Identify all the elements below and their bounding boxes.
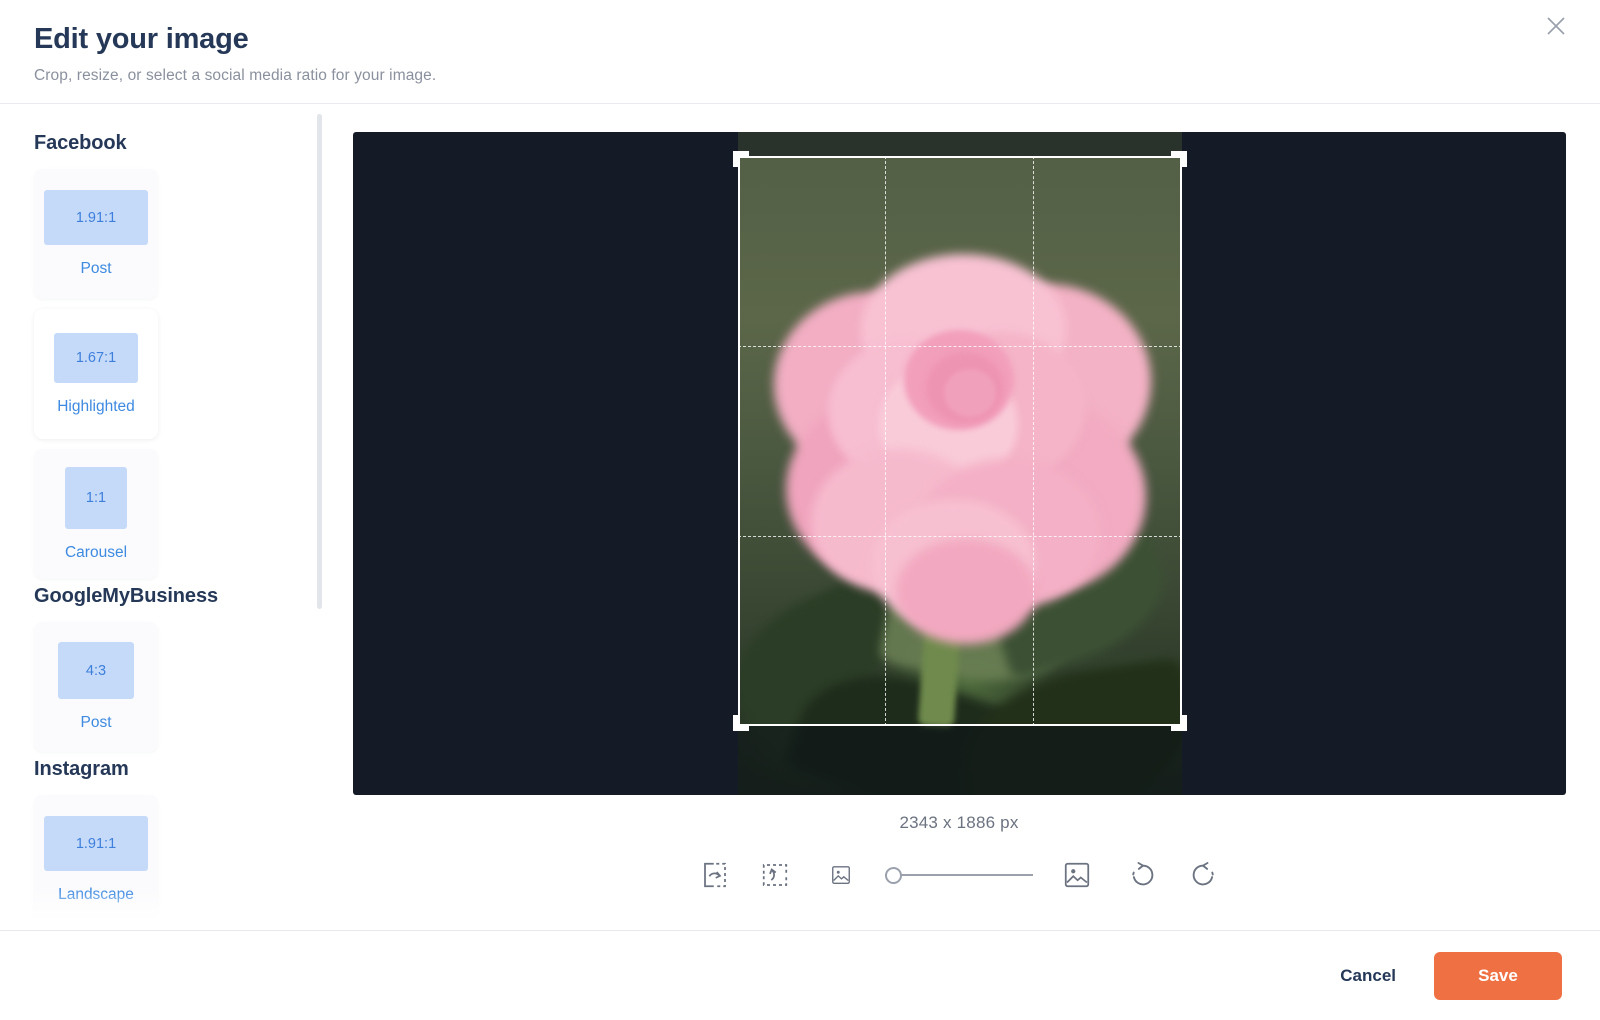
crop-region[interactable] bbox=[732, 151, 1187, 731]
flip-vertical-icon[interactable] bbox=[745, 853, 805, 897]
ratio-card-landscape[interactable]: 1.91:1 Landscape bbox=[34, 795, 158, 925]
ratio-card-carousel[interactable]: 1:1 Carousel bbox=[34, 449, 158, 579]
page-subtitle: Crop, resize, or select a social media r… bbox=[34, 66, 437, 84]
crop-handle-bottom-right[interactable] bbox=[1170, 715, 1187, 731]
page-title: Edit your image bbox=[34, 23, 249, 55]
ratio-swatch: 1.91:1 bbox=[44, 190, 148, 245]
image-dimensions: 2343 x 1886 px bbox=[899, 813, 1019, 832]
ratio-card-label: Post bbox=[80, 260, 112, 277]
image-small-icon[interactable] bbox=[811, 853, 871, 897]
ratio-swatch: 1.91:1 bbox=[44, 816, 148, 871]
crop-gridline-vertical-1 bbox=[885, 156, 887, 726]
ratio-swatch: 1:1 bbox=[65, 466, 127, 529]
zoom-slider[interactable] bbox=[885, 866, 1033, 884]
ratio-card-row: 4:3 Post bbox=[34, 622, 290, 752]
ratio-card-label: Post bbox=[80, 714, 112, 731]
ratio-group: Instagram1.91:1Landscape4:5Portrait bbox=[34, 758, 290, 930]
image-large-icon[interactable] bbox=[1047, 853, 1107, 897]
sidebar-scrollbar[interactable] bbox=[317, 112, 322, 922]
image-canvas[interactable] bbox=[352, 132, 1566, 795]
ratio-group-title: Facebook bbox=[34, 132, 127, 154]
crop-handle-top-left[interactable] bbox=[732, 151, 749, 167]
rotate-right-icon[interactable] bbox=[1173, 853, 1233, 897]
crop-gridline-vertical-2 bbox=[1033, 156, 1035, 726]
ratio-sidebar[interactable]: Facebook 1.91:1 Post 1.67:1 Highlighted 1:1 Ca… bbox=[0, 104, 330, 930]
ratio-group-list: Facebook 1.91:1 Post 1.67:1 Highlighted 1:1 Ca… bbox=[34, 132, 330, 930]
ratio-card-post[interactable]: 1.91:1 Post bbox=[34, 169, 158, 299]
ratio-group-title: GoogleMyBusiness bbox=[34, 585, 218, 607]
zoom-control[interactable] bbox=[811, 853, 1107, 897]
ratio-group-title: Instagram bbox=[34, 758, 129, 780]
cancel-button[interactable]: Cancel bbox=[1312, 952, 1424, 1000]
crop-gridline-horizontal-1 bbox=[737, 345, 1182, 347]
crop-handle-top-right[interactable] bbox=[1170, 151, 1187, 167]
ratio-card-post[interactable]: 4:3 Post bbox=[34, 622, 158, 752]
crop-gridline-horizontal-2 bbox=[737, 535, 1182, 537]
ratio-group: Facebook 1.91:1 Post 1.67:1 Highlighted 1:1 Ca… bbox=[34, 132, 290, 579]
modal-body: Facebook 1.91:1 Post 1.67:1 Highlighted 1:1 Ca… bbox=[0, 104, 1600, 930]
ratio-card-label: Highlighted bbox=[57, 397, 135, 415]
image-preview-panel: 2343 x 1886 px bbox=[330, 104, 1600, 930]
edit-image-modal: Edit your image Crop, resize, or select … bbox=[0, 0, 1600, 1020]
crop-border bbox=[737, 156, 1182, 726]
ratio-card-label: Landscape bbox=[58, 886, 134, 903]
ratio-card-row: 1.91:1 Post 1.67:1 Highlighted 1:1 Carousel bbox=[34, 169, 290, 579]
modal-footer: Cancel Save bbox=[0, 930, 1600, 1020]
zoom-slider-track bbox=[885, 874, 1033, 876]
crop-handle-bottom-left[interactable] bbox=[732, 715, 749, 731]
save-button[interactable]: Save bbox=[1434, 951, 1562, 1000]
ratio-group: GoogleMyBusiness 4:3 Post bbox=[34, 585, 290, 752]
ratio-card-highlighted[interactable]: 1.67:1 Highlighted bbox=[34, 309, 158, 439]
zoom-slider-thumb[interactable] bbox=[885, 866, 902, 884]
ratio-swatch: 1.67:1 bbox=[54, 332, 138, 383]
image-toolbar bbox=[685, 853, 1233, 897]
ratio-card-label: Carousel bbox=[64, 543, 128, 561]
modal-header: Edit your image Crop, resize, or select … bbox=[0, 0, 1600, 104]
ratio-card-row: 1.91:1Landscape4:5Portrait bbox=[34, 795, 290, 930]
ratio-swatch: 4:3 bbox=[58, 642, 134, 699]
rotate-left-icon[interactable] bbox=[1113, 853, 1173, 897]
flip-horizontal-icon[interactable] bbox=[685, 853, 745, 897]
close-icon[interactable] bbox=[1536, 6, 1576, 46]
sidebar-scrollbar-thumb[interactable] bbox=[317, 114, 322, 609]
